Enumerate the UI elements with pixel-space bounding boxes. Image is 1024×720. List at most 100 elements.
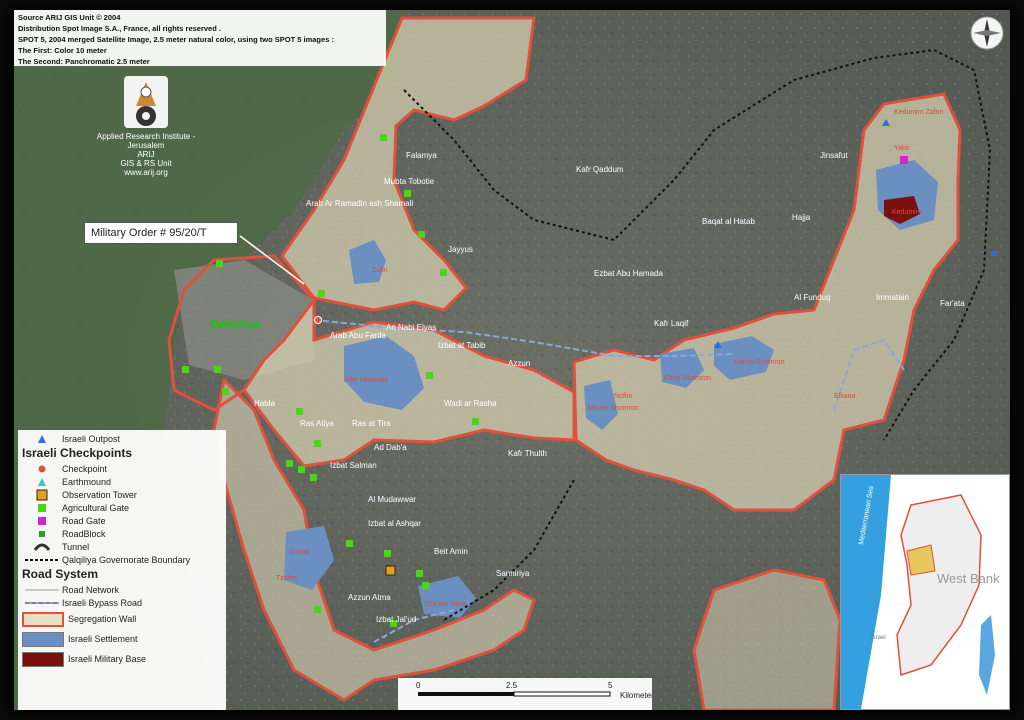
place-label: Kafr Thulth: [508, 449, 547, 458]
source-credit: Source ARIJ GIS Unit © 2004 Distribution…: [14, 10, 386, 66]
legend-label: Israeli Bypass Road: [62, 597, 143, 608]
place-label: Mubta Tobotie: [384, 177, 435, 186]
legend-roadblock: RoadBlock: [22, 527, 222, 540]
scale-bar: 0 2.5 5 Kilometers: [398, 678, 658, 710]
checkpoint-icon: [22, 464, 62, 474]
settlement-label: Ginot Shomron: [664, 375, 711, 382]
road-line-icon: [22, 587, 62, 593]
legend-agricultural-gate: Agricultural Gate: [22, 501, 222, 514]
institute-line: www.arij.org: [124, 168, 168, 177]
place-label: An Nabi Elyas: [386, 323, 436, 332]
legend-tunnel: Tunnel: [22, 540, 222, 553]
legend-settlement: Israeli Settlement: [22, 629, 222, 649]
earthmound-icon: [22, 477, 62, 487]
place-label: Wadi ar Rasha: [444, 399, 497, 408]
legend-outpost: Israeli Outpost: [22, 432, 222, 445]
scale-tick: 2.5: [506, 681, 518, 690]
legend-label: Road Network: [62, 584, 120, 595]
legend-bypass-road: Israeli Bypass Road: [22, 596, 222, 609]
settlement-label: Zufin: [372, 267, 388, 274]
settlement-label: Sha'are Tikva: [424, 601, 466, 608]
city-label: Qalqiliya: [210, 317, 260, 331]
legend-observation-tower: Observation Tower: [22, 488, 222, 501]
legend-label: Checkpoint: [62, 463, 108, 474]
legend-military-base: Israeli Military Base: [22, 649, 222, 669]
place-label: Immatain: [876, 293, 909, 302]
legend-road-gate: Road Gate: [22, 514, 222, 527]
legend-label: Tunnel: [62, 541, 90, 552]
inset-country-label: Israel: [871, 635, 886, 641]
legend-boundary: Qalqiliya Governorate Boundary: [22, 553, 222, 566]
legend-road-title: Road System: [22, 567, 99, 581]
legend-wall: Segregation Wall: [22, 609, 222, 629]
credit-line: The First: Color 10 meter: [18, 46, 107, 55]
settlement-label: Elkana: [834, 393, 856, 400]
place-label: Kafr Laqif: [654, 319, 689, 328]
settlement-label: Alfei Menashe: [344, 377, 388, 384]
place-label: Falamya: [406, 151, 437, 160]
legend-earthmound: Earthmound: [22, 475, 222, 488]
settlement-label: Tzofim: [276, 575, 297, 582]
legend-label: Israeli Outpost: [62, 433, 121, 444]
place-label: Azzun Atma: [348, 593, 391, 602]
tunnel-icon: [22, 542, 62, 552]
settlement-label: Nofim: [614, 393, 632, 400]
legend-checkpoints-title: Israeli Checkpoints: [22, 446, 133, 460]
roadblock-icon: [22, 529, 62, 539]
institute-line: GIS & RS Unit: [120, 159, 172, 168]
road-gate-icon: [22, 516, 62, 526]
settlement-label: Kedumim: [892, 209, 922, 216]
place-label: Kafr Qaddum: [576, 165, 624, 174]
place-label: Al Funduq: [794, 293, 830, 302]
north-arrow-icon: [970, 16, 1004, 50]
military-order-callout: Military Order # 95/20/T: [84, 222, 238, 244]
credit-line: SPOT 5, 2004 merged Satellite Image, 2.5…: [18, 35, 334, 44]
place-label: Izbat Salman: [330, 461, 377, 470]
scale-unit: Kilometers: [620, 691, 652, 700]
military-swatch: [22, 651, 64, 667]
legend-label: Qalqiliya Governorate Boundary: [62, 554, 191, 565]
legend-road-network: Road Network: [22, 583, 222, 596]
credit-line: Source ARIJ GIS Unit © 2004: [18, 13, 121, 22]
settlement-swatch: [22, 631, 64, 647]
legend-label: Segregation Wall: [68, 614, 137, 624]
observation-tower-marker: [385, 565, 396, 576]
enclave-southeast: [692, 568, 842, 710]
legend-label: Road Gate: [62, 515, 106, 526]
map-frame: Qalqiliya Falamya Mubta Tobotie Arab Ar Ra…: [14, 10, 1010, 710]
arij-logo-icon: [124, 76, 168, 128]
place-label: Jayyus: [448, 245, 473, 254]
wall-swatch: [22, 611, 64, 627]
place-label: Azzun: [508, 359, 530, 368]
checkpoint-marker: [314, 316, 322, 324]
legend-label: Israeli Military Base: [68, 654, 147, 664]
place-label: Izbat al Ashqar: [368, 519, 421, 528]
credit-line: The Second: Panchromatic 2.5 meter: [18, 57, 150, 66]
legend-label: Israeli Settlement: [68, 634, 138, 644]
map-legend: Israeli Outpost Israeli Checkpoints Chec…: [18, 430, 226, 710]
scale-tick: 0: [416, 681, 421, 690]
institute-line: ARIJ: [137, 150, 155, 159]
place-label: Habla: [254, 399, 275, 408]
credit-line: Distribution Spot Image S.A., France, al…: [18, 24, 221, 33]
locator-inset: Mediterranean Sea West Bank Israel: [840, 474, 1010, 710]
road-gate-marker: [900, 156, 908, 164]
agricultural-gate-icon: [22, 503, 62, 513]
settlement-label: Oranit: [290, 549, 309, 556]
place-label: Al Mudawwar: [368, 495, 416, 504]
legend-label: Agricultural Gate: [62, 502, 130, 513]
place-label: Izbat Jal'ud: [376, 615, 416, 624]
legend-checkpoint: Checkpoint: [22, 462, 222, 475]
place-label: Izbat at Tabib: [438, 341, 486, 350]
settlement-label: Kedumim Zafon: [894, 109, 944, 116]
place-label: Hajja: [792, 213, 811, 222]
institute-line: Applied Research Institute - Jerusalem: [96, 132, 196, 150]
inset-region-label: West Bank: [937, 571, 1000, 586]
institute-block: Applied Research Institute - Jerusalem A…: [86, 76, 206, 177]
place-label: Jinsafut: [820, 151, 848, 160]
place-label: Far'ata: [940, 299, 965, 308]
settlement-label: Yakir: [894, 145, 910, 152]
place-label: Ad Dab'a: [374, 443, 407, 452]
boundary-line-icon: [22, 557, 62, 563]
place-label: Sanniriya: [496, 569, 530, 578]
